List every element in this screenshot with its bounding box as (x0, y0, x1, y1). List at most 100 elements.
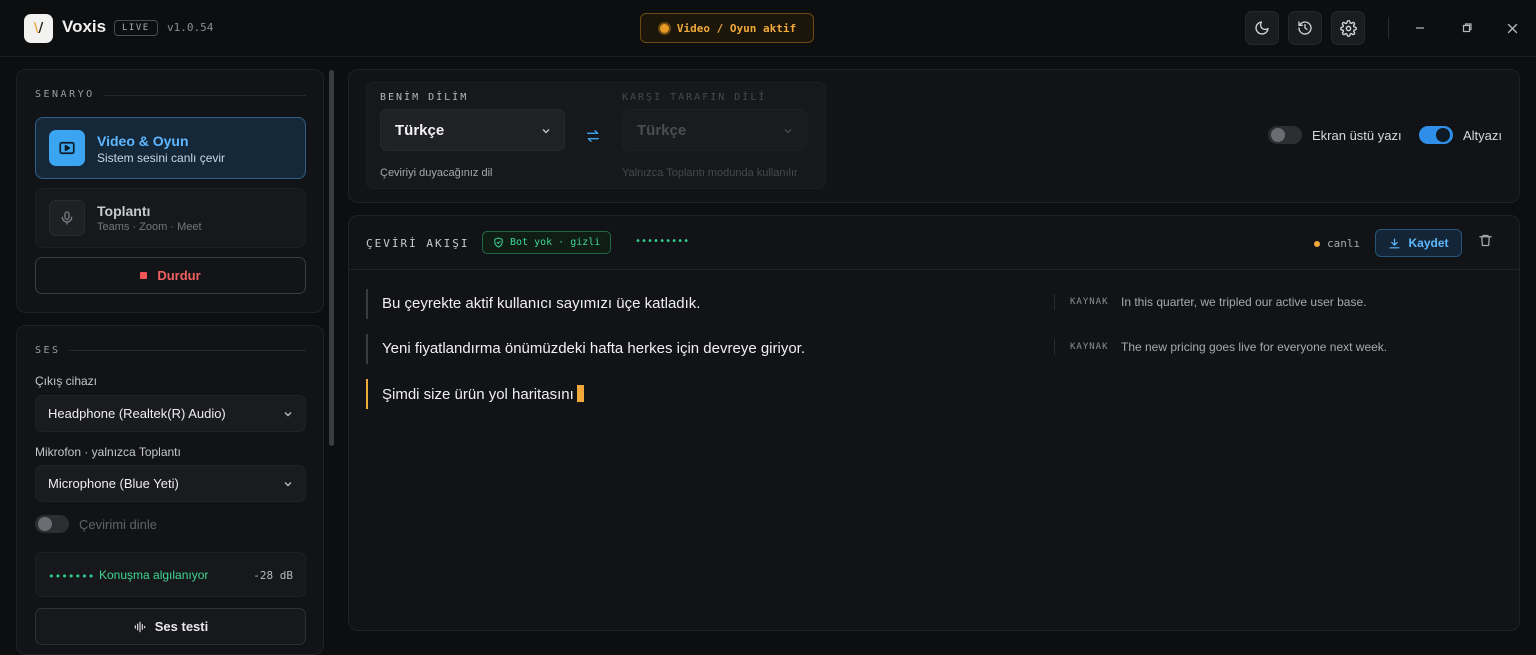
line-marker-active (366, 379, 368, 409)
stream-title: ÇEVİRİ AKIŞI (366, 237, 470, 250)
output-device-value: Headphone (Realtek(R) Audio) (48, 406, 226, 421)
live-indicator-text: canlı (1327, 237, 1361, 250)
bot-status-text: Bot yok · gizli (510, 237, 601, 248)
source-separator (1054, 294, 1055, 310)
overlay-toggle[interactable] (1268, 126, 1302, 144)
scenario-meeting-title: Toplantı (97, 203, 151, 219)
settings-button[interactable] (1331, 11, 1365, 45)
translated-text: Bu çeyrekte aktif kullanıcı sayımızı üçe… (382, 295, 701, 312)
scenario-video-icon-box (49, 130, 85, 166)
stop-button[interactable]: Durdur (35, 257, 306, 294)
source-text: The new pricing goes live for everyone n… (1121, 340, 1388, 354)
other-language-select[interactable]: Türkçe (622, 109, 807, 151)
play-screen-icon (59, 141, 75, 155)
live-dot-icon (1314, 240, 1320, 247)
audio-section-divider (69, 350, 306, 351)
stream-activity-dots: ••••••••• (635, 236, 690, 247)
monitor-translation-row: Çevirimi dinle (35, 515, 157, 533)
microphone-label: Mikrofon · yalnızca Toplantı (35, 445, 181, 459)
source-tag: KAYNAK (1070, 342, 1109, 352)
swap-languages-button[interactable] (585, 128, 601, 149)
output-device-label: Çıkış cihazı (35, 374, 98, 388)
language-selector-box: BENİM DİLİM Türkçe Çeviriyi duyacağınız … (366, 82, 826, 189)
stop-button-label: Durdur (157, 268, 201, 283)
current-translated-text: Şimdi size ürün yol haritasını (382, 386, 574, 403)
translation-stream-panel (348, 215, 1520, 631)
monitor-translation-toggle[interactable] (35, 515, 69, 533)
translated-text: Yeni fiyatlandırma önümüzdeki hafta herk… (382, 340, 806, 357)
line-marker (366, 334, 368, 364)
other-language-help: Yalnızca Toplantı modunda kullanılır (622, 167, 798, 179)
app-version: v1.0.54 (167, 21, 214, 34)
output-device-select[interactable]: Headphone (Realtek(R) Audio) (35, 395, 306, 432)
app-name: Voxis (62, 17, 107, 36)
toolbar-separator (1388, 17, 1389, 39)
scenario-section-divider (104, 95, 306, 96)
chevron-down-icon (284, 412, 292, 417)
scenario-video-subtitle: Sistem sesini canlı çevir (97, 151, 226, 165)
scenario-meeting[interactable]: Toplantı Teams · Zoom · Meet (35, 188, 306, 248)
chevron-down-icon (284, 482, 292, 487)
current-translated-text-row: Şimdi size ürün yol haritasını (382, 385, 584, 403)
my-language-value: Türkçe (395, 121, 445, 139)
microphone-value: Microphone (Blue Yeti) (48, 476, 179, 491)
scenario-meeting-icon-box (49, 200, 85, 236)
toggle-knob (1271, 128, 1285, 142)
trash-icon (1479, 234, 1492, 247)
close-button[interactable] (1498, 14, 1526, 42)
source-text: In this quarter, we tripled our active u… (1121, 295, 1367, 309)
my-language-select[interactable]: Türkçe (380, 109, 565, 151)
waveform-icon (134, 621, 145, 632)
microphone-select[interactable]: Microphone (Blue Yeti) (35, 465, 306, 502)
audio-test-button[interactable]: Ses testi (35, 608, 306, 645)
audio-section-label: SES (35, 345, 61, 356)
swap-arrows-icon (587, 130, 599, 142)
clear-stream-button[interactable] (1478, 233, 1493, 253)
app-logo: \/ (24, 14, 53, 43)
mode-status-text: Video / Oyun aktif (676, 21, 797, 35)
subtitle-label: Altyazı (1463, 127, 1503, 143)
mode-status-pill[interactable]: Video / Oyun aktif (640, 13, 814, 43)
monitor-translation-label: Çevirimi dinle (79, 516, 158, 532)
restore-button[interactable] (1453, 14, 1481, 42)
other-language-value: Türkçe (637, 121, 687, 139)
save-button[interactable]: Kaydet (1375, 229, 1462, 257)
scenario-video-title: Video & Oyun (97, 133, 189, 149)
toggle-knob (38, 517, 52, 531)
voice-activity-status: Konuşma algılanıyor (99, 568, 209, 582)
scenario-section-label: SENARYO (35, 89, 95, 100)
logo-mark: \/ (33, 21, 44, 36)
history-icon (1298, 21, 1312, 35)
my-language-label: BENİM DİLİM (380, 92, 469, 103)
overlay-label: Ekran üstü yazı (1312, 127, 1402, 143)
vu-db-readout: -28 dB (253, 569, 293, 582)
moon-icon (1255, 21, 1269, 35)
stream-header: ÇEVİRİ AKIŞI Bot yok · gizli ••••••••• c… (349, 216, 1520, 270)
chevron-down-icon (784, 129, 792, 134)
mode-dot-icon (657, 21, 671, 35)
live-badge: LIVE (114, 20, 158, 36)
audio-test-label: Ses testi (154, 619, 209, 634)
restore-icon (1462, 23, 1472, 33)
stop-icon (140, 272, 148, 279)
close-icon (1507, 23, 1517, 33)
scenario-meeting-subtitle: Teams · Zoom · Meet (97, 221, 202, 233)
chevron-down-icon (542, 129, 550, 134)
line-marker (366, 289, 368, 319)
shield-check-icon (494, 237, 503, 248)
other-language-label: KARŞI TARAFIN DİLİ (622, 92, 767, 103)
sidebar-scrollbar[interactable] (329, 70, 334, 446)
voice-activity-meter: ••••••• Konuşma algılanıyor -28 dB (35, 552, 306, 597)
minimize-button[interactable] (1406, 14, 1434, 42)
subtitle-option: Altyazı (1419, 126, 1502, 144)
theme-toggle-button[interactable] (1245, 11, 1279, 45)
title-bar: \/ Voxis LIVE v1.0.54 Video / Oyun aktif (0, 0, 1536, 57)
history-button[interactable] (1288, 11, 1322, 45)
live-indicator: canlı (1314, 237, 1360, 250)
subtitle-toggle[interactable] (1419, 126, 1453, 144)
scenario-video-game[interactable]: Video & Oyun Sistem sesini canlı çevir (35, 117, 306, 179)
minimize-icon (1416, 27, 1424, 29)
save-button-label: Kaydet (1408, 236, 1449, 250)
microphone-icon (61, 211, 73, 225)
typing-cursor (576, 385, 584, 402)
